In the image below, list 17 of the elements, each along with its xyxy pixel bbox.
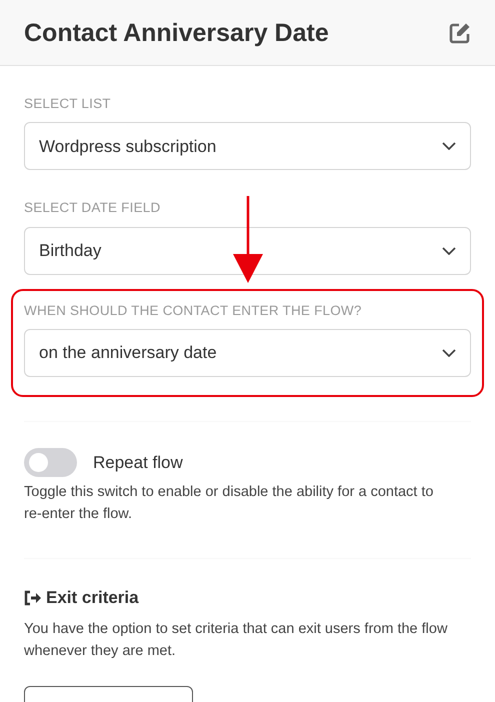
- chevron-icon: [442, 348, 456, 357]
- section-description: You have the option to set criteria that can exit users from the flow whenever they are met.: [24, 620, 448, 662]
- chevron-icon: [442, 246, 456, 254]
- select-field[interactable]: Wordpress subscription: [24, 122, 471, 170]
- field-label: WHEN SHOULD THE CONTACT ENTER THE FLOW?: [24, 302, 363, 320]
- select-field[interactable]: on the anniversary date: [24, 328, 471, 377]
- field-label: SELECT DATE FIELD: [24, 199, 162, 218]
- edit-icon[interactable]: [449, 22, 471, 44]
- exit-icon: [24, 590, 42, 606]
- chevron-icon: [442, 142, 456, 150]
- field-label: SELECT LIST: [24, 95, 112, 113]
- repeat-toggle[interactable]: [24, 448, 77, 477]
- panel-title: Contact Anniversary Date: [24, 18, 329, 48]
- toggle-label: Repeat flow: [93, 452, 183, 474]
- section-heading: Exit criteria: [46, 586, 139, 609]
- select-field[interactable]: Birthday: [24, 226, 471, 274]
- toggle-description: Toggle this switch to enable or disable the ability for a contact to re-enter the flow.: [24, 482, 434, 524]
